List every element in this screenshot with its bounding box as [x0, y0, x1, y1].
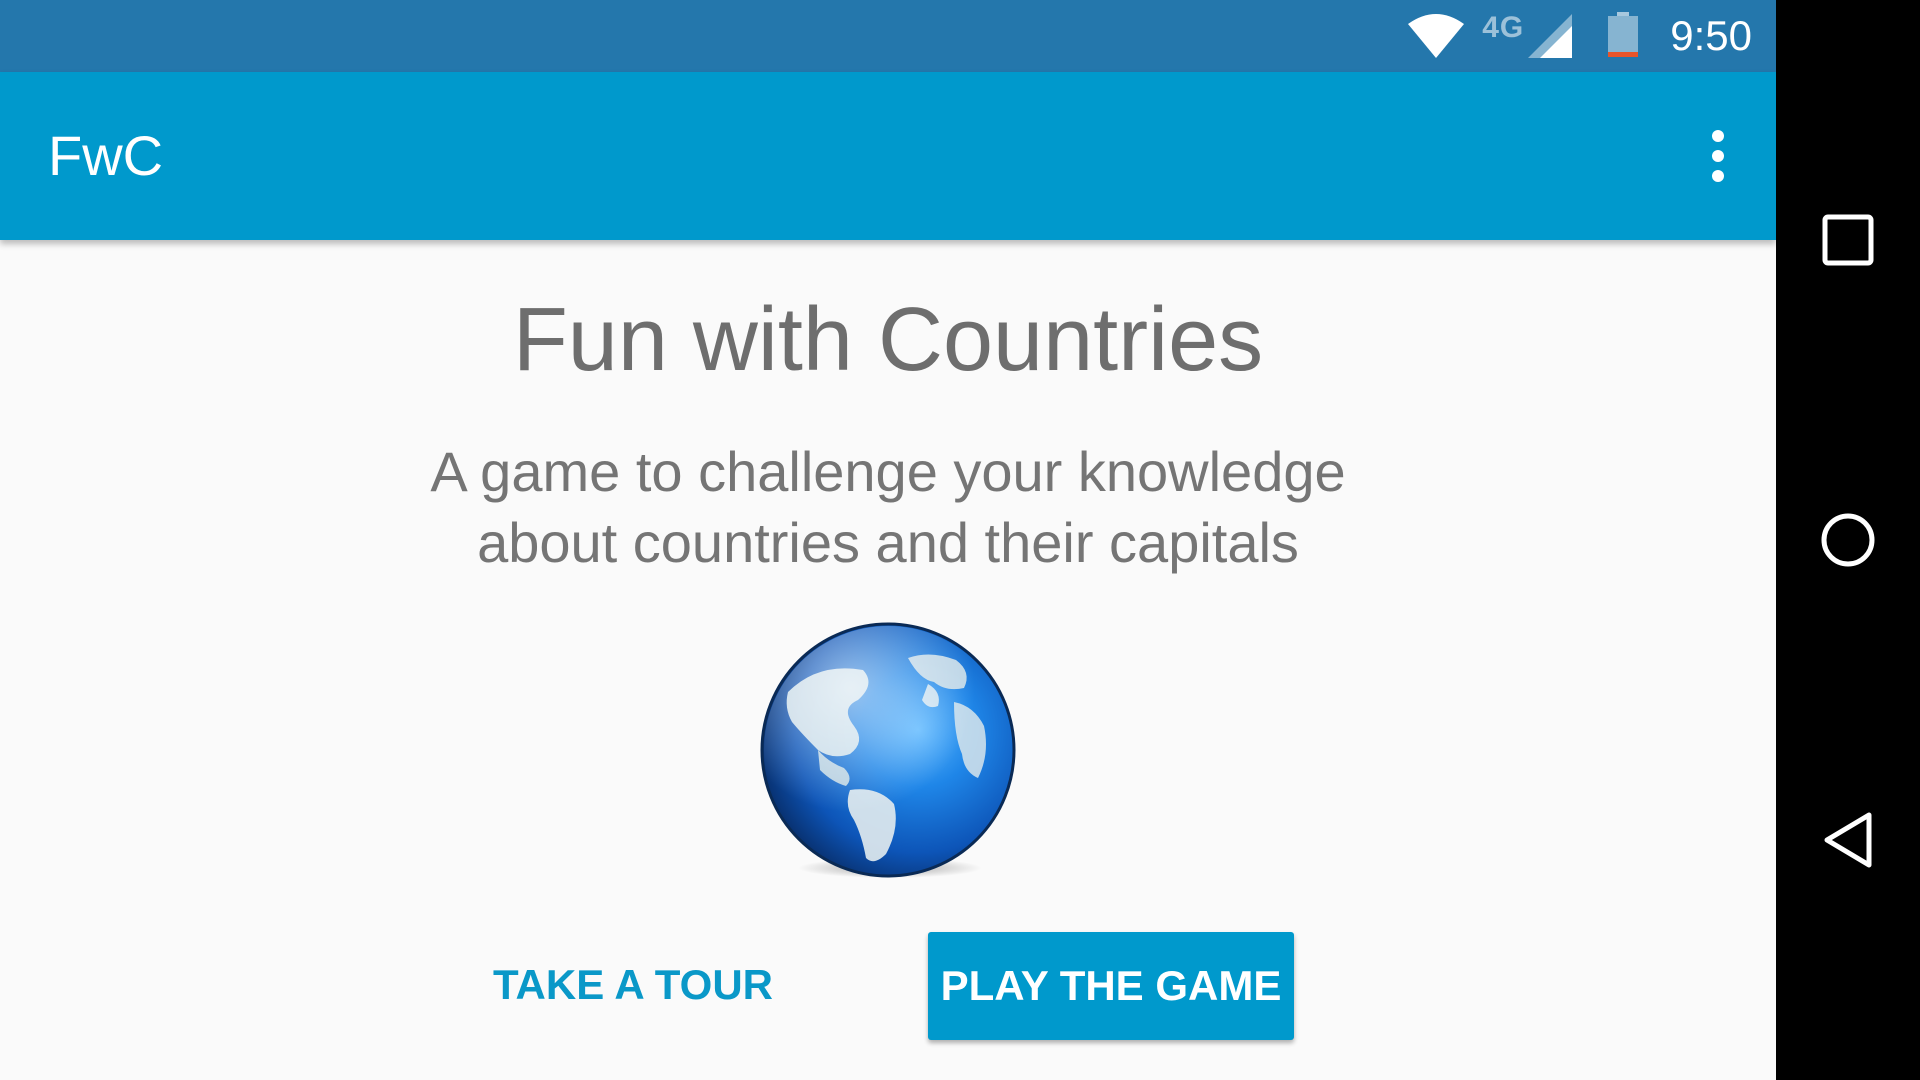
app-title: FwC [48, 124, 164, 187]
battery-icon [1608, 12, 1639, 60]
wifi-icon [1408, 14, 1465, 58]
status-bar: 4G 9:50 [0, 0, 1776, 72]
more-vert-icon[interactable] [1700, 130, 1736, 182]
network-type-label: 4G [1482, 11, 1525, 44]
page-title: Fun with Countries [512, 290, 1264, 390]
globe-icon [758, 622, 1018, 882]
main-content: Fun with Countries A game to challenge y… [0, 240, 1776, 1080]
app-screen: 4G 9:50 FwC Fun with Countries A game to… [0, 0, 1776, 1080]
menu-dot [1712, 150, 1724, 162]
menu-dot [1712, 170, 1724, 182]
back-icon[interactable] [1812, 804, 1884, 876]
clock: 9:50 [1670, 12, 1752, 59]
home-icon[interactable] [1812, 504, 1884, 576]
status-icons: 4G 9:50 [1408, 0, 1752, 72]
recents-icon[interactable] [1812, 204, 1884, 276]
take-a-tour-button[interactable]: TAKE A TOUR [485, 930, 781, 1040]
cell-signal-icon [1528, 14, 1573, 58]
menu-dot [1712, 130, 1724, 142]
system-nav-bar [1776, 0, 1920, 1080]
app-bar: FwC [0, 72, 1776, 240]
page-subtitle: A game to challenge your knowledge about… [430, 440, 1346, 574]
play-the-game-button[interactable]: PLAY THE GAME [928, 932, 1294, 1040]
